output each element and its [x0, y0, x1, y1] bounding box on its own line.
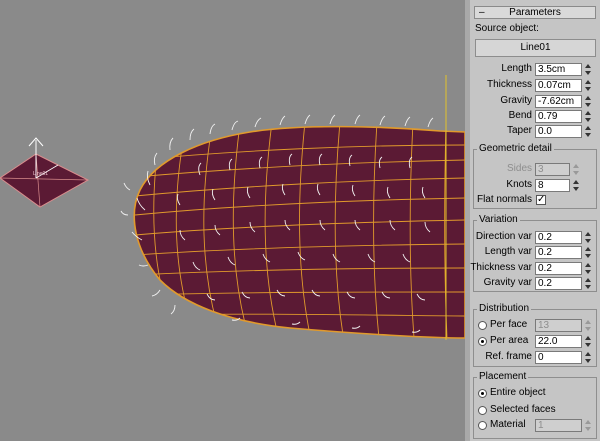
per-face-label: Per face [490, 319, 528, 330]
gravity-var-spinner[interactable] [584, 277, 591, 290]
source-object-label: Source object: [475, 23, 539, 34]
param-gravity-field[interactable]: -7.62cm [535, 95, 582, 108]
sides-field[interactable]: 3 [535, 163, 570, 176]
thickness-var-field[interactable]: 0.2 [535, 262, 582, 275]
param-length-label: Length [501, 63, 532, 74]
per-area-spinner[interactable] [584, 335, 591, 348]
material-label: Material [490, 419, 526, 430]
length-var-spinner[interactable] [584, 246, 591, 259]
selected-faces-radio[interactable] [478, 406, 487, 415]
source-object-button[interactable]: Line01 [475, 39, 596, 57]
hair-mesh-object[interactable] [120, 75, 465, 340]
per-area-field[interactable]: 22.0 [535, 335, 582, 348]
param-thickness-field[interactable]: 0.07cm [535, 79, 582, 92]
material-spinner[interactable] [584, 419, 591, 432]
param-bend-label: Bend [508, 110, 532, 121]
thickness-var-label: Thickness var [470, 262, 532, 273]
param-bend-field[interactable]: 0.79 [535, 110, 582, 123]
variation-title: Variation [477, 214, 520, 226]
knots-field[interactable]: 8 [535, 179, 570, 192]
param-length-field[interactable]: 3.5cm [535, 63, 582, 76]
param-taper-field[interactable]: 0.0 [535, 125, 582, 138]
rollout-title: Parameters [509, 7, 561, 18]
selected-faces-label: Selected faces [490, 404, 556, 415]
pyramid-label: Line01 [33, 171, 48, 177]
length-var-label: Length var [484, 246, 532, 257]
param-thickness-spinner[interactable] [584, 79, 591, 92]
per-face-radio[interactable] [478, 321, 487, 330]
ref-frame-spinner[interactable] [584, 351, 591, 364]
param-taper-label: Taper [506, 125, 532, 136]
per-face-spinner[interactable] [584, 319, 591, 332]
parameters-rollout-header[interactable]: – Parameters [474, 6, 596, 19]
viewport-scene: Line01 [0, 75, 465, 340]
entire-object-label: Entire object [490, 387, 546, 398]
material-field[interactable]: 1 [535, 419, 582, 432]
thickness-var-spinner[interactable] [584, 262, 591, 275]
ref-frame-label: Ref. frame [485, 351, 532, 362]
entire-object-radio[interactable] [478, 389, 487, 398]
distribution-title: Distribution [477, 303, 532, 315]
flat-normals-checkbox[interactable]: ✓ [536, 195, 546, 205]
geometric-detail-title: Geometric detail [477, 143, 554, 155]
per-area-radio[interactable] [478, 337, 487, 346]
per-face-field[interactable]: 13 [535, 319, 582, 332]
placement-title: Placement [477, 371, 529, 383]
direction-var-label: Direction var [475, 231, 532, 242]
gravity-var-label: Gravity var [483, 277, 532, 288]
ref-frame-field[interactable]: 0 [535, 351, 582, 364]
flat-normals-label: Flat normals [476, 194, 532, 205]
knots-label: Knots [506, 179, 532, 190]
param-gravity-spinner[interactable] [584, 95, 591, 108]
3d-viewport[interactable]: Line01 [0, 0, 465, 441]
param-length-spinner[interactable] [584, 63, 591, 76]
param-taper-spinner[interactable] [584, 125, 591, 138]
knots-spinner[interactable] [572, 179, 579, 192]
param-gravity-label: Gravity [500, 95, 532, 106]
direction-var-field[interactable]: 0.2 [535, 231, 582, 244]
param-bend-spinner[interactable] [584, 110, 591, 123]
sides-label: Sides [506, 163, 532, 174]
length-var-field[interactable]: 0.2 [535, 246, 582, 259]
param-thickness-label: Thickness [486, 79, 532, 90]
gravity-var-field[interactable]: 0.2 [535, 277, 582, 290]
rollout-collapse-icon[interactable]: – [479, 7, 485, 18]
direction-var-spinner[interactable] [584, 231, 591, 244]
per-area-label: Per area [490, 335, 529, 346]
sides-spinner[interactable] [572, 163, 579, 176]
material-radio[interactable] [478, 421, 487, 430]
